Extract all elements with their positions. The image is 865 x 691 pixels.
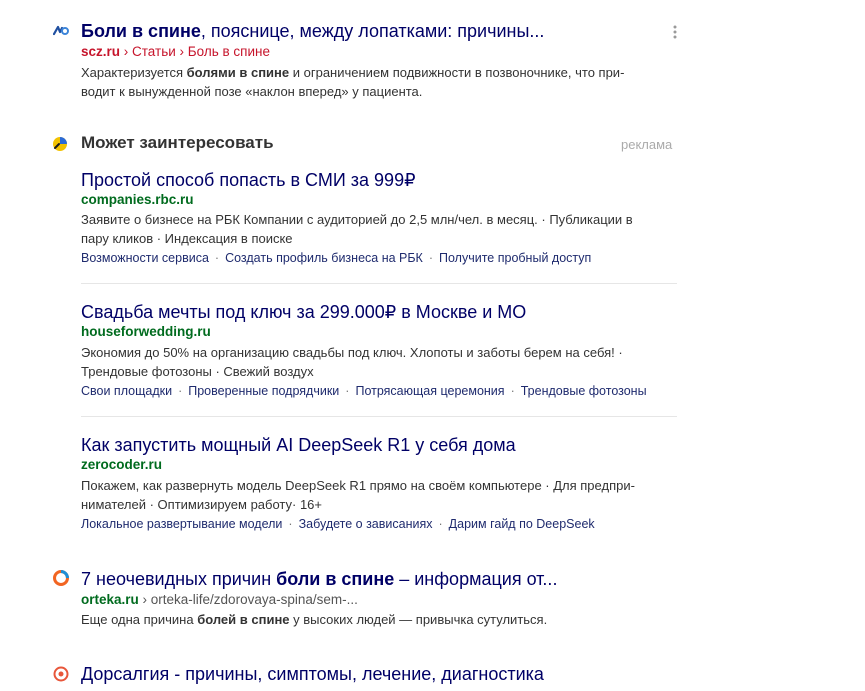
result-url[interactable]: scz.ru › Статьи › Боль в спине [81, 44, 270, 59]
ad-title-link[interactable]: Свадьба мечты под ключ за 299.000₽ в Мос… [81, 302, 526, 323]
sitelink[interactable]: Возможности сервиса [81, 251, 209, 265]
result-title-link[interactable]: 7 неочевидных причин боли в спине – инфо… [81, 569, 557, 590]
ad-title-link[interactable]: Как запустить мощный AI DeepSeek R1 у се… [81, 435, 516, 456]
ad-url[interactable]: companies.rbc.ru [81, 192, 194, 207]
sitelink[interactable]: Потрясающая церемония [355, 384, 504, 398]
medical-favicon [53, 666, 69, 682]
ad-snippet: Покажем, как развернуть модель DeepSeek … [81, 478, 635, 512]
ad-url[interactable]: zerocoder.ru [81, 457, 162, 472]
sitelink[interactable]: Забудете о зависаниях [299, 517, 433, 531]
sitelink[interactable]: Получите пробный доступ [439, 251, 591, 265]
scz-favicon [53, 25, 69, 36]
sitelink[interactable]: Свои площадки [81, 384, 172, 398]
sitelink[interactable]: Трендовые фотозоны [521, 384, 647, 398]
sitelink[interactable]: Создать профиль бизнеса на РБК [225, 251, 423, 265]
sitelink[interactable]: Дарим гайд по DeepSeek [449, 517, 595, 531]
ad-snippet: Экономия до 50% на организацию свадьбы п… [81, 345, 623, 379]
result-snippet: Еще одна причина болей в спине у высоких… [81, 612, 548, 627]
orteka-favicon [53, 570, 69, 586]
sitelink[interactable]: Локальное развертывание модели [81, 517, 282, 531]
divider [81, 416, 677, 417]
ad-sitelinks: Локальное развертывание модели · Забудете … [81, 517, 595, 531]
ads-heading: Может заинтересовать [81, 133, 274, 152]
ad-snippet: Заявите о бизнесе на РБК Компании с ауди… [81, 212, 633, 246]
ad-sitelinks: Возможности сервиса · Создать профиль бизн… [81, 251, 592, 265]
result-snippet: Характеризуется болями в спине и огранич… [81, 65, 625, 99]
kebab-menu-icon[interactable] [671, 24, 679, 40]
ad-title-link[interactable]: Простой способ попасть в СМИ за 999₽ [81, 170, 416, 191]
result-title-link[interactable]: Дорсалгия - причины, симптомы, лечение, … [81, 664, 544, 685]
sitelink[interactable]: Проверенные подрядчики [188, 384, 339, 398]
ad-sitelinks: Свои площадки · Проверенные подрядчики · Пот… [81, 384, 647, 398]
ads-icon [53, 137, 67, 151]
ad-url[interactable]: houseforwedding.ru [81, 324, 211, 339]
result-url[interactable]: orteka.ru › orteka-life/zdorovaya-spina/… [81, 592, 358, 607]
ad-label: реклама [621, 137, 673, 152]
result-title-link[interactable]: Боли в спине, пояснице, между лопатками:… [81, 21, 544, 42]
divider [81, 283, 677, 284]
